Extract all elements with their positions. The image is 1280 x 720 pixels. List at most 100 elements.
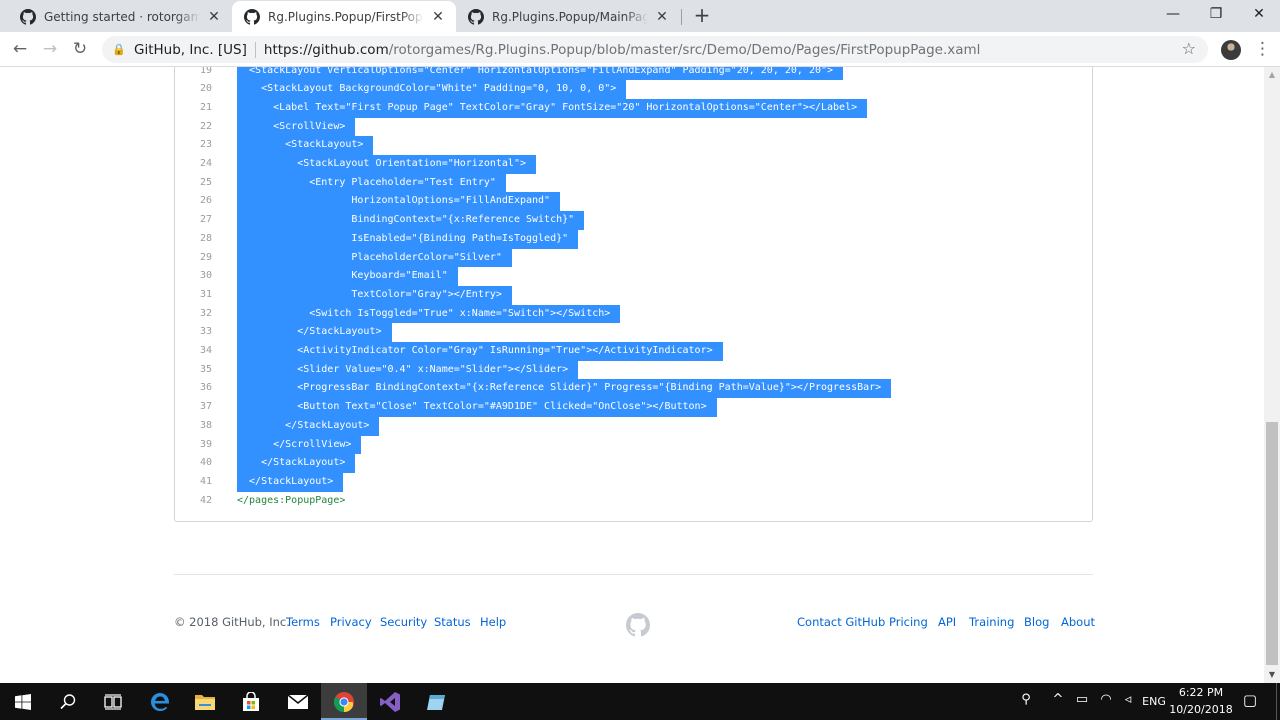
people-icon[interactable]: ⚲ [1016, 692, 1036, 707]
search-button[interactable] [45, 683, 91, 720]
footer-link-contact[interactable]: Contact GitHub [797, 615, 885, 629]
line-number[interactable]: 24 [175, 155, 212, 174]
close-tab-icon[interactable]: ✕ [430, 9, 446, 25]
browser-menu-icon[interactable]: ⋮ [1254, 38, 1271, 60]
tab-first-popup-page[interactable]: Rg.Plugins.Popup/FirstPopupPage.xaml at … [232, 1, 456, 32]
notepad-button[interactable] [413, 683, 459, 720]
code-text: <StackLayout Orientation="Horizontal"> [237, 155, 536, 174]
store-button[interactable] [228, 683, 274, 720]
line-number[interactable]: 42 [175, 492, 212, 511]
close-tab-icon[interactable]: ✕ [654, 9, 670, 25]
line-number[interactable]: 39 [175, 436, 212, 455]
line-number[interactable]: 19 [175, 67, 212, 80]
code-text: <Switch IsToggled="True" x:Name="Switch"… [237, 304, 621, 324]
scrollbar-thumb[interactable] [1266, 422, 1278, 665]
line-number[interactable]: 29 [175, 249, 212, 268]
notepad-icon [427, 694, 445, 710]
footer-link-training[interactable]: Training [969, 615, 1014, 629]
mail-button[interactable] [275, 683, 321, 720]
footer-link-terms[interactable]: Terms [286, 615, 320, 629]
footer-link-status[interactable]: Status [434, 615, 471, 629]
code-line: 23 <StackLayout> [175, 136, 1092, 155]
tab-title: Rg.Plugins.Popup/FirstPopupPage.xaml at … [268, 9, 424, 24]
footer-link-api[interactable]: API [938, 615, 956, 629]
line-number[interactable]: 25 [175, 174, 212, 193]
code-text: <Label Text="First Popup Page" TextColor… [237, 98, 868, 118]
line-number[interactable]: 33 [175, 323, 212, 342]
url-host[interactable]: https://github.com [264, 42, 389, 58]
line-number[interactable]: 41 [175, 473, 212, 492]
edge-button[interactable] [137, 683, 183, 720]
lock-icon[interactable]: 🔒 [112, 43, 126, 56]
footer-link-about[interactable]: About [1061, 615, 1095, 629]
clock-date[interactable]: 10/20/2018 [1168, 703, 1234, 716]
page-scrollbar[interactable]: ▲ ▼ [1264, 67, 1280, 683]
code-line: 37 <Button Text="Close" TextColor="#A9D1… [175, 398, 1092, 417]
volume-icon[interactable]: ◃ [1118, 692, 1138, 707]
scroll-down-arrow-icon[interactable]: ▼ [1264, 667, 1280, 683]
battery-icon[interactable]: ▭ [1072, 692, 1092, 707]
file-explorer-button[interactable] [182, 683, 228, 720]
notifications-icon[interactable]: ▢ [1240, 691, 1260, 709]
line-number[interactable]: 22 [175, 118, 212, 137]
start-button[interactable] [0, 683, 46, 720]
line-number[interactable]: 31 [175, 286, 212, 305]
code-line: 26 HorizontalOptions="FillAndExpand" [175, 192, 1092, 212]
chrome-icon [333, 691, 354, 712]
profile-avatar[interactable] [1221, 40, 1241, 60]
line-number[interactable]: 27 [175, 211, 212, 230]
code-line: 35 <Slider Value="0.4" x:Name="Slider"><… [175, 360, 1092, 380]
chevron-up-icon[interactable]: ^ [1048, 692, 1068, 707]
language-indicator[interactable]: ENG [1140, 695, 1168, 708]
footer-link-security[interactable]: Security [380, 615, 427, 629]
code-line: 31 TextColor="Gray"></Entry> [175, 285, 1092, 305]
code-line: 20 <StackLayout BackgroundColor="White" … [175, 80, 1092, 99]
visual-studio-button[interactable] [367, 683, 413, 720]
line-number[interactable]: 37 [175, 398, 212, 417]
line-number[interactable]: 36 [175, 379, 212, 398]
line-number[interactable]: 26 [175, 192, 212, 211]
reload-button[interactable]: ↻ [68, 37, 92, 61]
windows-logo-icon [15, 693, 31, 710]
footer-link-blog[interactable]: Blog [1024, 615, 1049, 629]
close-tab-icon[interactable]: ✕ [206, 9, 222, 25]
footer-link-pricing[interactable]: Pricing [889, 615, 928, 629]
wifi-icon[interactable]: ◠ [1096, 692, 1116, 707]
github-logo-icon[interactable] [626, 613, 650, 637]
minimize-button[interactable]: — [1150, 0, 1196, 30]
code-text: <StackLayout> [237, 136, 374, 155]
line-number[interactable]: 38 [175, 417, 212, 436]
url-path[interactable]: /rotorgames/Rg.Plugins.Popup/blob/master… [389, 42, 981, 58]
tab-getting-started[interactable]: Getting started · rotorgames/Rg.Plugins.… [8, 1, 232, 32]
code-text: <Entry Placeholder="Test Entry" [237, 173, 506, 193]
maximize-button[interactable]: ❐ [1193, 0, 1239, 30]
certificate-name[interactable]: GitHub, Inc. [US] [134, 42, 247, 58]
bookmark-star-icon[interactable]: ☆ [1182, 39, 1196, 58]
line-number[interactable]: 28 [175, 230, 212, 249]
line-number[interactable]: 34 [175, 342, 212, 361]
forward-button[interactable]: → [38, 37, 62, 61]
footer-link-help[interactable]: Help [480, 615, 506, 629]
line-number[interactable]: 20 [175, 80, 212, 99]
code-line: 29 PlaceholderColor="Silver" [175, 248, 1092, 268]
tab-main-page[interactable]: Rg.Plugins.Popup/MainPage.xaml at master… [456, 1, 680, 32]
line-number[interactable]: 30 [175, 267, 212, 286]
close-window-button[interactable]: ✕ [1236, 0, 1280, 30]
page-content: 19 <StackLayout VerticalOptions="Center"… [0, 67, 1264, 683]
line-number[interactable]: 40 [175, 454, 212, 473]
new-tab-button[interactable]: + [690, 4, 714, 28]
footer-link-privacy[interactable]: Privacy [330, 615, 372, 629]
show-desktop-button[interactable] [1276, 683, 1280, 720]
code-line: 40 </StackLayout> [175, 454, 1092, 473]
scroll-up-arrow-icon[interactable]: ▲ [1264, 67, 1280, 83]
line-number[interactable]: 35 [175, 361, 212, 380]
line-number[interactable]: 21 [175, 99, 212, 118]
address-bar[interactable]: 🔒 GitHub, Inc. [US] https://github.com/r… [102, 36, 1208, 63]
code-line: 24 <StackLayout Orientation="Horizontal"… [175, 155, 1092, 174]
chrome-button[interactable] [321, 683, 367, 720]
back-button[interactable]: ← [8, 37, 32, 61]
task-view-button[interactable] [90, 683, 136, 720]
line-number[interactable]: 23 [175, 136, 212, 155]
clock-time[interactable]: 6:22 PM [1170, 686, 1232, 699]
line-number[interactable]: 32 [175, 305, 212, 324]
